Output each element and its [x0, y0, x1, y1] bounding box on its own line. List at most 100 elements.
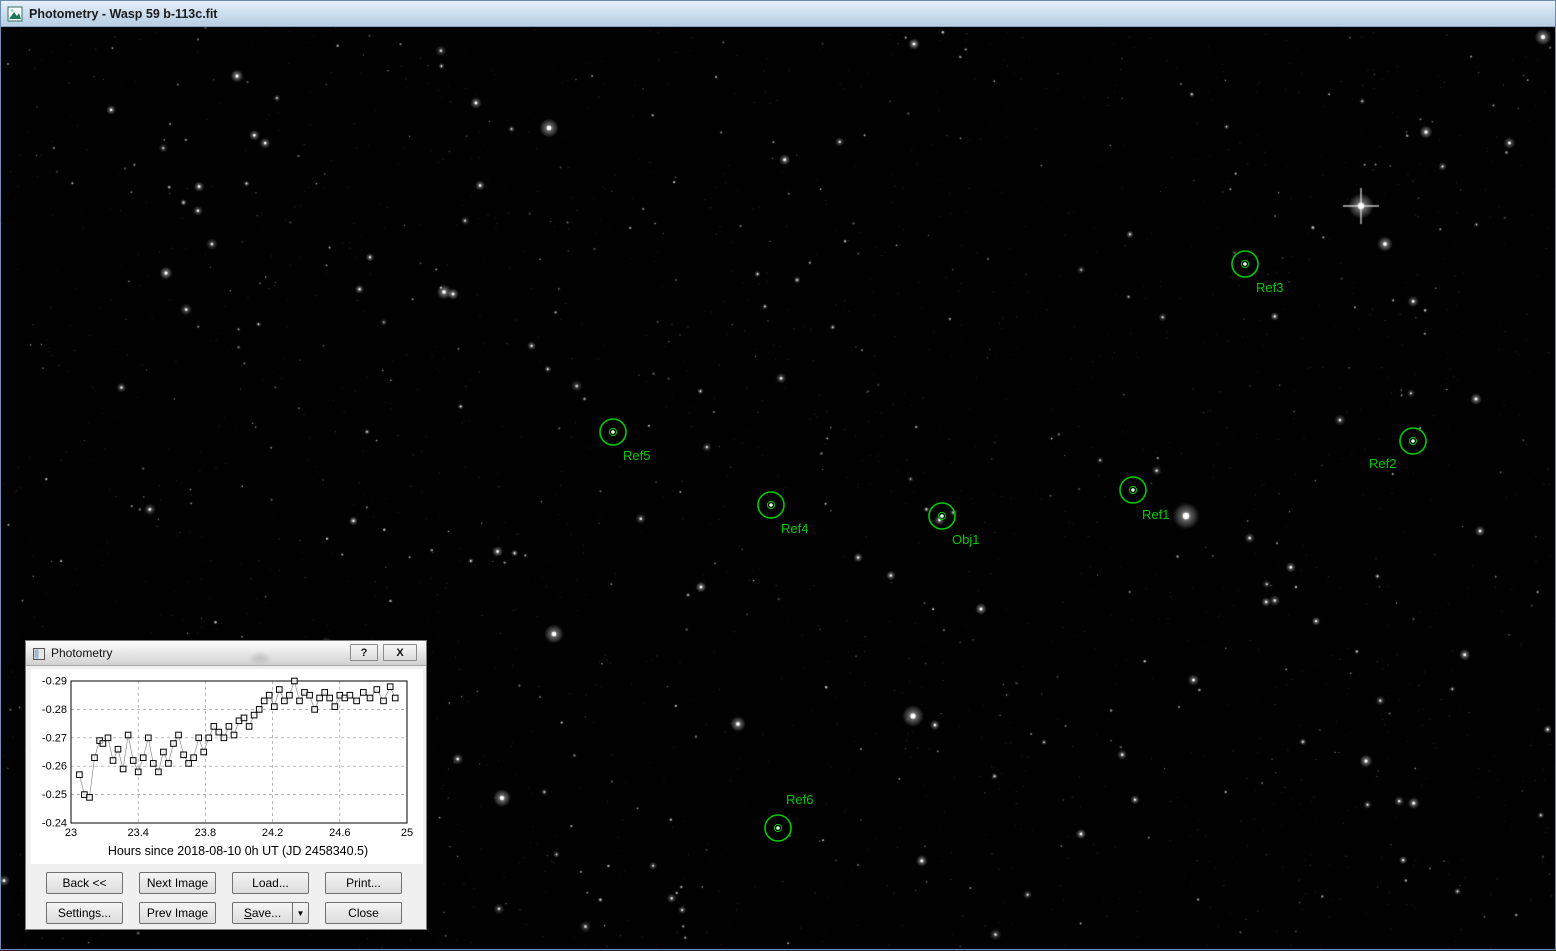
data-point — [241, 715, 247, 721]
data-point — [135, 769, 141, 775]
photometry-marker-obj1[interactable] — [925, 499, 959, 533]
dialog-icon — [33, 647, 45, 659]
dialog-titlebar[interactable]: Photometry ? X — [26, 641, 426, 666]
data-point — [287, 692, 293, 698]
data-point — [100, 741, 106, 747]
photometry-marker-ref4[interactable] — [754, 488, 788, 522]
marker-label-ref2: Ref2 — [1369, 456, 1396, 471]
window-titlebar[interactable]: Photometry - Wasp 59 b-113c.fit — [1, 1, 1555, 27]
data-point — [140, 755, 146, 761]
dialog-button-row-1: Back << Next Image Load... Print... — [46, 872, 418, 894]
marker-label-ref1: Ref1 — [1142, 507, 1169, 522]
photometry-marker-ref6[interactable] — [761, 811, 795, 845]
data-point — [272, 704, 278, 710]
load-button[interactable]: Load... — [232, 872, 309, 894]
marker-label-ref6: Ref6 — [786, 792, 813, 807]
data-point — [261, 698, 267, 704]
marker-label-ref3: Ref3 — [1256, 280, 1283, 295]
data-point — [176, 732, 182, 738]
x-tick-label: 23 — [65, 827, 77, 839]
data-point — [87, 795, 93, 801]
data-point — [146, 735, 152, 741]
data-point — [251, 712, 257, 718]
data-point — [77, 772, 83, 778]
data-point — [307, 692, 313, 698]
data-point — [256, 707, 262, 713]
light-curve-panel: -0.29-0.28-0.27-0.26-0.25-0.242323.423.8… — [31, 669, 423, 864]
data-point — [201, 749, 207, 755]
back-button[interactable]: Back << — [46, 872, 123, 894]
y-tick-label: -0.24 — [42, 818, 67, 830]
data-point — [211, 724, 217, 730]
data-point — [92, 755, 98, 761]
data-point — [125, 732, 131, 738]
data-point — [166, 761, 172, 767]
y-tick-label: -0.29 — [42, 676, 67, 688]
photometry-marker-ref1[interactable] — [1116, 473, 1150, 507]
photometry-marker-ref3[interactable] — [1228, 247, 1262, 281]
data-point — [282, 698, 288, 704]
app-window: Photometry - Wasp 59 b-113c.fit Ref5 Ref4… — [0, 0, 1556, 950]
data-point — [347, 692, 353, 698]
data-point — [226, 724, 232, 730]
marker-label-ref4: Ref4 — [781, 521, 808, 536]
data-point — [392, 695, 398, 701]
chart-x-axis-title: Hours since 2018-08-10 0h UT (JD 2458340… — [31, 844, 423, 864]
data-point — [206, 735, 212, 741]
print-button[interactable]: Print... — [325, 872, 402, 894]
photometry-marker-ref5[interactable] — [596, 415, 630, 449]
data-point — [196, 735, 202, 741]
data-point — [151, 761, 157, 767]
data-point — [292, 678, 298, 684]
data-point — [246, 724, 252, 730]
data-point — [110, 758, 116, 764]
data-point — [130, 758, 136, 764]
data-point — [354, 698, 360, 704]
data-point — [374, 687, 380, 693]
app-icon — [7, 6, 23, 22]
save-button-label: Save... — [233, 906, 292, 920]
data-point — [297, 698, 303, 704]
save-dropdown-arrow-icon[interactable]: ▼ — [292, 902, 309, 924]
data-point — [327, 695, 333, 701]
dialog-close-icon[interactable]: X — [383, 644, 417, 661]
data-point — [387, 684, 393, 690]
x-tick-label: 24.2 — [262, 827, 283, 839]
save-button[interactable]: Save... — [232, 902, 292, 924]
data-point — [322, 690, 328, 696]
fuzzy-star-artifact — [248, 651, 272, 666]
x-tick-label: 25 — [401, 827, 413, 839]
next-image-button[interactable]: Next Image — [139, 872, 216, 894]
data-point — [221, 735, 227, 741]
light-curve-chart: -0.29-0.28-0.27-0.26-0.25-0.242323.423.8… — [31, 671, 423, 839]
data-point — [120, 766, 126, 772]
x-tick-label: 23.8 — [195, 827, 216, 839]
data-point — [216, 729, 222, 735]
close-button[interactable]: Close — [325, 902, 402, 924]
y-tick-label: -0.26 — [42, 761, 67, 773]
data-point — [191, 755, 197, 761]
data-point — [231, 732, 237, 738]
photometry-dialog[interactable]: Photometry ? X -0.29-0.28-0.27-0.26-0.25… — [25, 640, 427, 930]
marker-label-obj1: Obj1 — [952, 532, 979, 547]
y-tick-label: -0.27 — [42, 732, 67, 744]
marker-label-ref5: Ref5 — [623, 448, 650, 463]
dialog-title: Photometry — [51, 646, 112, 660]
y-tick-label: -0.28 — [42, 704, 67, 716]
settings-button[interactable]: Settings... — [46, 902, 123, 924]
data-point — [332, 704, 338, 710]
data-point — [367, 695, 373, 701]
data-point — [361, 690, 367, 696]
dialog-help-button[interactable]: ? — [350, 644, 378, 661]
prev-image-button[interactable]: Prev Image — [139, 902, 216, 924]
data-point — [317, 695, 323, 701]
data-point — [181, 752, 187, 758]
data-point — [161, 749, 167, 755]
data-point — [186, 761, 192, 767]
data-point — [171, 741, 177, 747]
data-point — [115, 746, 121, 752]
data-point — [381, 698, 387, 704]
photometry-marker-ref2[interactable] — [1396, 424, 1430, 458]
data-point — [266, 692, 272, 698]
x-tick-label: 23.4 — [127, 827, 148, 839]
